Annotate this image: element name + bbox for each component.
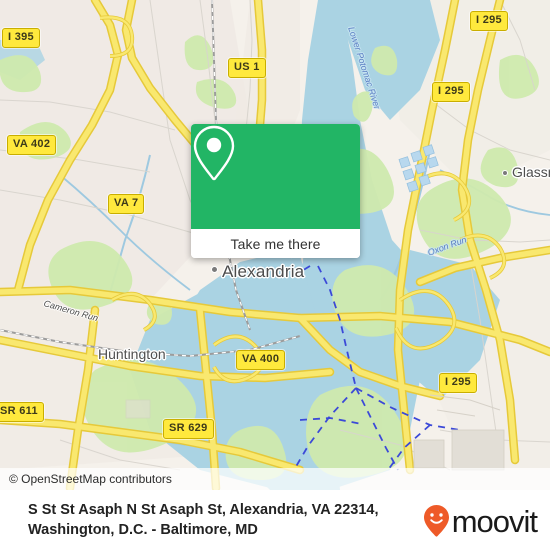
map-canvas[interactable]: Alexandria Huntington Glassm Lower Potom…	[0, 0, 550, 490]
moovit-logo[interactable]: moovit	[423, 503, 538, 539]
moovit-wordmark: moovit	[451, 503, 538, 539]
city-dot-glassmanor	[502, 170, 508, 176]
map-attribution-bar: © OpenStreetMap contributors	[0, 468, 550, 490]
shield-i-395[interactable]: I 395	[2, 28, 40, 48]
moovit-pin-icon	[423, 505, 449, 537]
shield-i-295-south[interactable]: I 295	[439, 373, 477, 393]
shield-va-400[interactable]: VA 400	[236, 350, 286, 370]
moovit-map-screenshot: Alexandria Huntington Glassm Lower Potom…	[0, 0, 550, 550]
address-block: S St St Asaph N St Asaph St, Alexandria,…	[0, 500, 379, 540]
address-line-1: S St St Asaph N St Asaph St, Alexandria,…	[28, 502, 379, 518]
address-line-2: Washington, D.C. - Baltimore, MD	[28, 522, 258, 538]
footer-bar: S St St Asaph N St Asaph St, Alexandria,…	[0, 490, 550, 550]
map-pin-icon	[193, 125, 235, 181]
shield-i-295-north[interactable]: I 295	[470, 11, 508, 31]
shield-va-7[interactable]: VA 7	[108, 194, 145, 214]
shield-sr-611[interactable]: SR 611	[0, 402, 44, 422]
take-me-there-button[interactable]: Take me there	[191, 229, 360, 258]
shield-va-402[interactable]: VA 402	[7, 135, 57, 155]
shield-sr-629[interactable]: SR 629	[163, 419, 214, 439]
osm-attribution-text[interactable]: © OpenStreetMap contributors	[0, 472, 172, 486]
take-me-there-label: Take me there	[230, 235, 321, 252]
shield-i-295-mid[interactable]: I 295	[432, 82, 470, 102]
popup-header	[191, 124, 360, 229]
city-dot-alexandria	[211, 266, 218, 273]
location-popup-card[interactable]: Take me there	[191, 124, 360, 258]
shield-us-1[interactable]: US 1	[228, 58, 266, 78]
